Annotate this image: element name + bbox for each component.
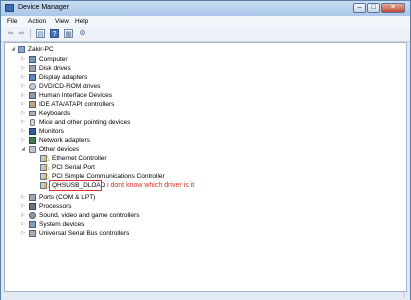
view-icon[interactable]: ▦ (64, 29, 73, 38)
tree-category-label: Universal Serial Bus controllers (39, 230, 130, 237)
tree-category-display-adapters[interactable]: ▷ Display adapters (5, 73, 405, 82)
expand-icon[interactable]: ▷ (20, 100, 26, 109)
tree-category-label: Disk drives (39, 65, 71, 72)
tree-device-label: PCI Serial Port (52, 164, 95, 171)
resize-grip-icon[interactable]: ⋮ (401, 292, 407, 299)
tree-category-human-interface-devices[interactable]: ▷ Human Interface Devices (5, 91, 405, 100)
tree-category-label: Human Interface Devices (39, 92, 112, 99)
tree-category-computer[interactable]: ▷ Computer (5, 55, 405, 64)
tree-category-label: DVD/CD-ROM drives (39, 83, 101, 90)
maximize-button[interactable]: □ (367, 3, 380, 13)
keyboard-icon (29, 111, 36, 116)
other-devices-icon (29, 146, 36, 153)
collapse-icon[interactable]: ◢ (10, 45, 16, 54)
expand-icon[interactable]: ▷ (20, 220, 26, 229)
usb-icon (29, 230, 36, 237)
expand-icon[interactable]: ▷ (20, 202, 26, 211)
disk-drive-icon (29, 65, 36, 72)
window-title: Device Manager (18, 4, 69, 11)
annotation-text: i dont know which driver is it (107, 182, 195, 189)
warning-icon: ⚠ (43, 163, 51, 172)
system-device-icon (29, 221, 36, 228)
tree-category-label: IDE ATA/ATAPI controllers (39, 101, 115, 108)
back-icon[interactable]: ⇦ (6, 29, 15, 38)
expand-icon[interactable]: ▷ (20, 55, 26, 64)
hid-icon (29, 92, 36, 99)
tree-category-label: Other devices (39, 146, 80, 153)
device-highlight-box (49, 180, 102, 191)
help-icon[interactable]: ? (50, 29, 59, 38)
scan-hardware-icon[interactable]: ⚙ (78, 29, 87, 38)
tree-category-ports[interactable]: ▷ Ports (COM & LPT) (5, 193, 405, 202)
tree-category-keyboards[interactable]: ▷ Keyboards (5, 109, 405, 118)
tree-category-label: Sound, video and game controllers (39, 212, 140, 219)
tree-category-usb-controllers[interactable]: ▷ Universal Serial Bus controllers (5, 229, 405, 238)
device-manager-window: Device Manager – □ ✕ File Action View He… (0, 0, 411, 300)
tree-root[interactable]: ◢ Zakir-PC (5, 45, 405, 54)
menu-bar: File Action View Help (1, 16, 410, 27)
collapse-icon[interactable]: ◢ (20, 145, 26, 154)
status-bar: ⋮ (1, 293, 410, 300)
expand-icon[interactable]: ▷ (20, 229, 26, 238)
tree-category-label: Processors (39, 203, 72, 210)
mouse-icon (30, 119, 35, 126)
properties-icon[interactable]: ▤ (36, 29, 45, 38)
tree-device-pci-serial-port[interactable]: ⚠ PCI Serial Port (5, 163, 405, 172)
toolbar: ⇦ ⇨ ▤ ? ▦ ⚙ (1, 27, 410, 42)
tree-category-label: Keyboards (39, 110, 71, 117)
expand-icon[interactable]: ▷ (20, 91, 26, 100)
speaker-icon (29, 212, 36, 219)
warning-icon: ⚠ (43, 154, 51, 163)
expand-icon[interactable]: ▷ (20, 193, 26, 202)
menu-file[interactable]: File (7, 18, 17, 25)
computer-icon (18, 46, 25, 53)
expand-icon[interactable]: ▷ (20, 73, 26, 82)
tree-category-label: Mice and other pointing devices (39, 119, 131, 126)
tree-category-network-adapters[interactable]: ▷ Network adapters (5, 136, 405, 145)
tree-category-dvd-cd-rom-drives[interactable]: ▷ DVD/CD-ROM drives (5, 82, 405, 91)
tree-category-label: System devices (39, 221, 85, 228)
tree-category-monitors[interactable]: ▷ Monitors (5, 127, 405, 136)
tree-category-label: Display adapters (39, 74, 88, 81)
tree-category-sound-video-game[interactable]: ▷ Sound, video and game controllers (5, 211, 405, 220)
minimize-button[interactable]: – (353, 3, 366, 13)
expand-icon[interactable]: ▷ (20, 118, 26, 127)
device-tree[interactable]: ◢ Zakir-PC ▷ Computer ▷ Disk drives ▷ Di… (4, 42, 407, 292)
tree-category-ide-ata-atapi-controllers[interactable]: ▷ IDE ATA/ATAPI controllers (5, 100, 405, 109)
network-adapter-icon (29, 137, 36, 144)
tree-category-system-devices[interactable]: ▷ System devices (5, 220, 405, 229)
tree-category-label: Network adapters (39, 137, 90, 144)
expand-icon[interactable]: ▷ (20, 127, 26, 136)
title-bar[interactable]: Device Manager – □ ✕ (1, 1, 410, 16)
forward-icon[interactable]: ⇨ (17, 29, 26, 38)
tree-category-label: Computer (39, 56, 68, 63)
menu-help[interactable]: Help (75, 18, 88, 25)
expand-icon[interactable]: ▷ (20, 109, 26, 118)
tree-category-mice[interactable]: ▷ Mice and other pointing devices (5, 118, 405, 127)
tree-category-other-devices[interactable]: ◢ Other devices (5, 145, 405, 154)
tree-root-label: Zakir-PC (28, 46, 54, 53)
menu-action[interactable]: Action (28, 18, 46, 25)
expand-icon[interactable]: ▷ (20, 136, 26, 145)
monitor-icon (29, 128, 36, 135)
device-manager-icon (5, 4, 14, 12)
tree-category-label: Monitors (39, 128, 64, 135)
toolbar-separator (30, 29, 31, 39)
tree-category-label: Ports (COM & LPT) (39, 194, 96, 201)
tree-device-ethernet-controller[interactable]: ⚠ Ethernet Controller (5, 154, 405, 163)
tree-device-label: Ethernet Controller (52, 155, 107, 162)
display-adapter-icon (29, 74, 36, 81)
computer-icon (29, 56, 36, 63)
expand-icon[interactable]: ▷ (20, 64, 26, 73)
dvd-drive-icon (29, 83, 36, 90)
close-button[interactable]: ✕ (381, 3, 405, 13)
tree-category-processors[interactable]: ▷ Processors (5, 202, 405, 211)
expand-icon[interactable]: ▷ (20, 211, 26, 220)
port-icon (29, 194, 36, 201)
ide-controller-icon (29, 101, 36, 108)
processor-icon (29, 203, 36, 210)
expand-icon[interactable]: ▷ (20, 82, 26, 91)
tree-category-disk-drives[interactable]: ▷ Disk drives (5, 64, 405, 73)
menu-view[interactable]: View (55, 18, 69, 25)
